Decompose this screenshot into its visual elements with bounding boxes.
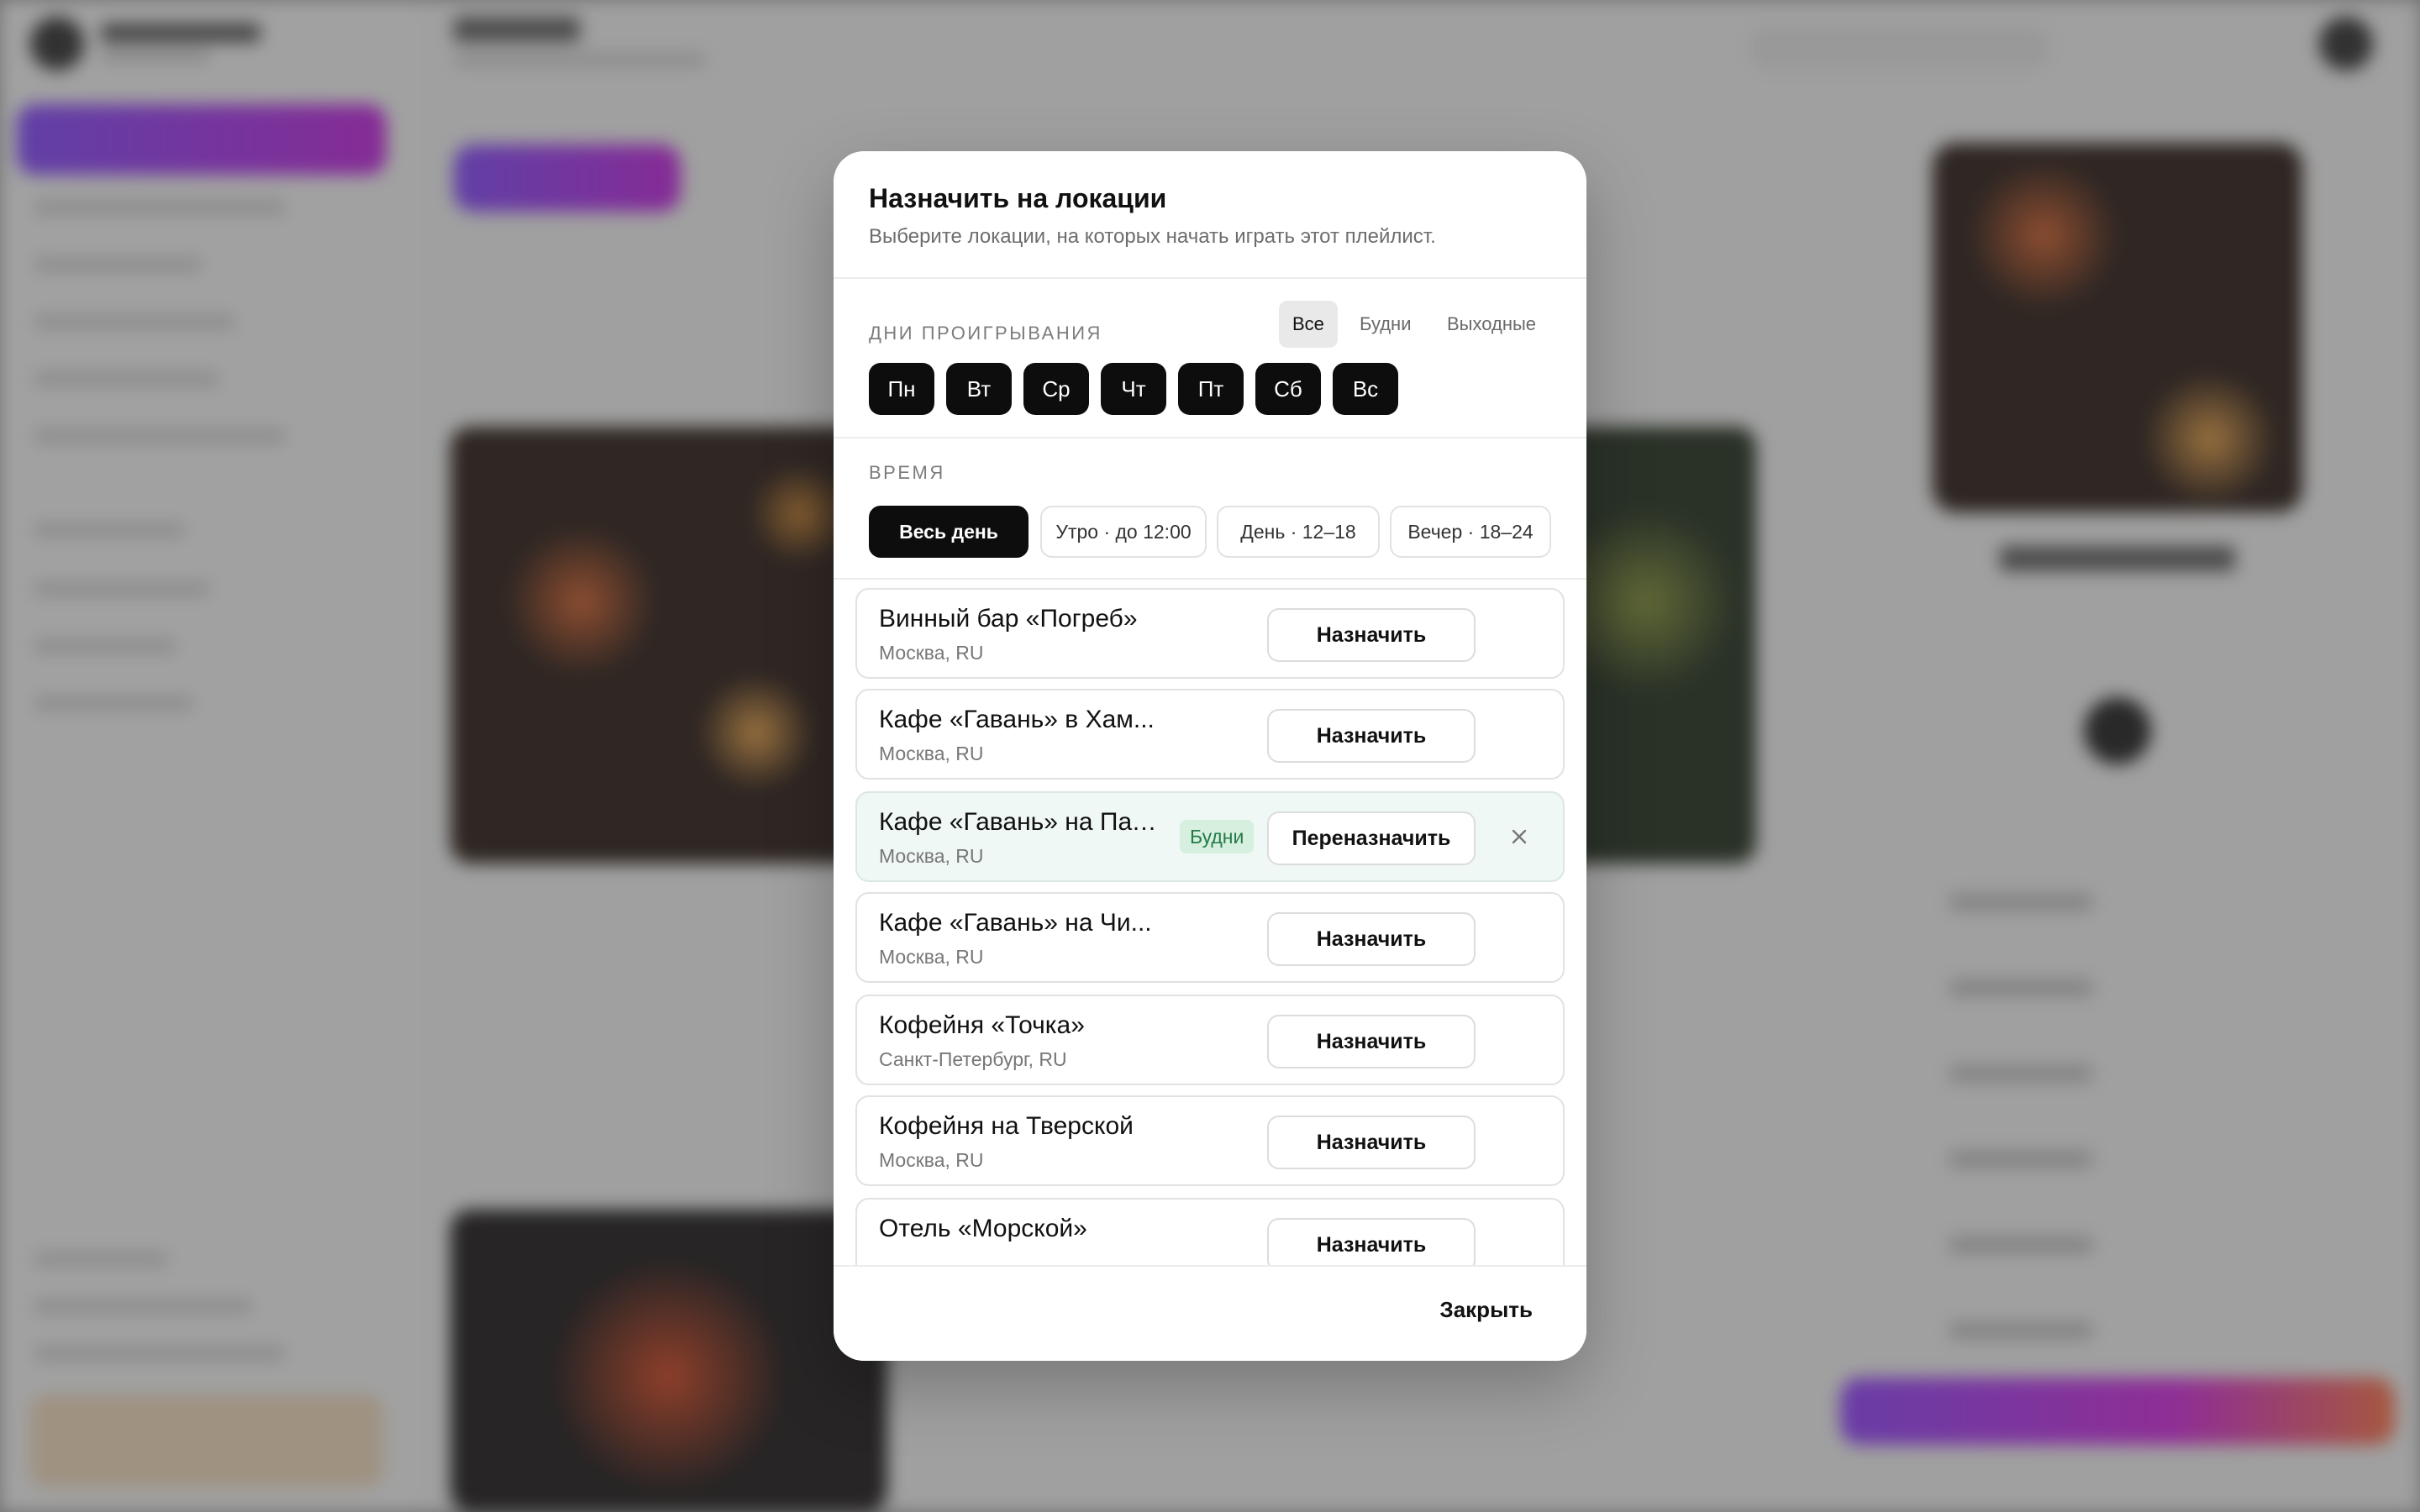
days-filter-weekends[interactable]: Выходные	[1434, 301, 1549, 348]
day-chip-mon[interactable]: Пн	[869, 363, 934, 415]
days-filter-all[interactable]: Все	[1279, 301, 1338, 348]
dialog-footer: Закрыть	[834, 1265, 1586, 1361]
location-row: Отель «Морской» Назначить	[855, 1198, 1565, 1265]
day-chip-tue[interactable]: Вт	[946, 363, 1012, 415]
play-days-label: Дни проигрывания	[869, 323, 1102, 344]
dialog-header: Назначить на локации Выберите локации, н…	[834, 151, 1586, 279]
location-row: Кофейня на Тверской Москва, RU Назначить	[855, 1095, 1565, 1186]
assign-button[interactable]: Назначить	[1267, 1218, 1476, 1265]
location-row: Кафе «Гавань» на Чи... Москва, RU Назнач…	[855, 892, 1565, 983]
assign-button[interactable]: Назначить	[1267, 1116, 1476, 1169]
assign-locations-dialog: Назначить на локации Выберите локации, н…	[834, 151, 1586, 1361]
time-section: Время Весь день Утро · до 12:00 День · 1…	[834, 438, 1586, 580]
location-name: Отель «Морской»	[879, 1215, 1087, 1242]
location-name: Кафе «Гавань» на Чи...	[879, 909, 1152, 937]
day-chip-sun[interactable]: Вс	[1333, 363, 1398, 415]
location-name: Кафе «Гавань» в Хам...	[879, 706, 1155, 733]
location-name: Кофейня «Точка»	[879, 1011, 1085, 1039]
time-label: Время	[869, 462, 945, 483]
location-city: Санкт-Петербург, RU	[879, 1048, 1067, 1070]
location-city: Москва, RU	[879, 946, 984, 968]
location-name: Кафе «Гавань» на Патр...	[879, 808, 1165, 836]
assign-button[interactable]: Назначить	[1267, 912, 1476, 966]
day-chip-fri[interactable]: Пт	[1178, 363, 1244, 415]
assign-button[interactable]: Назначить	[1267, 1015, 1476, 1068]
location-city: Москва, RU	[879, 1149, 984, 1171]
assign-button[interactable]: Назначить	[1267, 709, 1476, 763]
location-city: Москва, RU	[879, 743, 984, 764]
dialog-subtitle: Выберите локации, на которых начать игра…	[869, 225, 1436, 248]
location-city: Москва, RU	[879, 642, 984, 664]
day-chip-thu[interactable]: Чт	[1101, 363, 1166, 415]
day-chip-wed[interactable]: Ср	[1023, 363, 1089, 415]
dialog-title: Назначить на локации	[869, 183, 1167, 213]
time-option-evening[interactable]: Вечер · 18–24	[1390, 506, 1551, 558]
assign-button[interactable]: Назначить	[1267, 608, 1476, 662]
close-icon[interactable]	[1502, 820, 1536, 853]
location-row: Кофейня «Точка» Санкт-Петербург, RU Назн…	[855, 995, 1565, 1085]
days-filter-weekdays[interactable]: Будни	[1346, 301, 1425, 348]
time-option-morning[interactable]: Утро · до 12:00	[1040, 506, 1207, 558]
time-option-day[interactable]: День · 12–18	[1217, 506, 1380, 558]
locations-list[interactable]: Винный бар «Погреб» Москва, RU Назначить…	[834, 580, 1586, 1265]
location-name: Винный бар «Погреб»	[879, 605, 1138, 633]
location-row: Винный бар «Погреб» Москва, RU Назначить	[855, 588, 1565, 679]
close-button[interactable]: Закрыть	[1439, 1297, 1533, 1323]
play-days-section: Дни проигрывания Все Будни Выходные Пн В…	[834, 279, 1586, 438]
reassign-button[interactable]: Переназначить	[1267, 811, 1476, 865]
schedule-badge: Будни	[1180, 820, 1255, 853]
day-chip-sat[interactable]: Сб	[1255, 363, 1321, 415]
location-name: Кофейня на Тверской	[879, 1112, 1134, 1140]
location-row-assigned: Кафе «Гавань» на Патр... Москва, RU Будн…	[855, 791, 1565, 882]
location-row: Кафе «Гавань» в Хам... Москва, RU Назнач…	[855, 689, 1565, 780]
time-option-all-day[interactable]: Весь день	[869, 506, 1028, 558]
location-city: Москва, RU	[879, 845, 984, 867]
